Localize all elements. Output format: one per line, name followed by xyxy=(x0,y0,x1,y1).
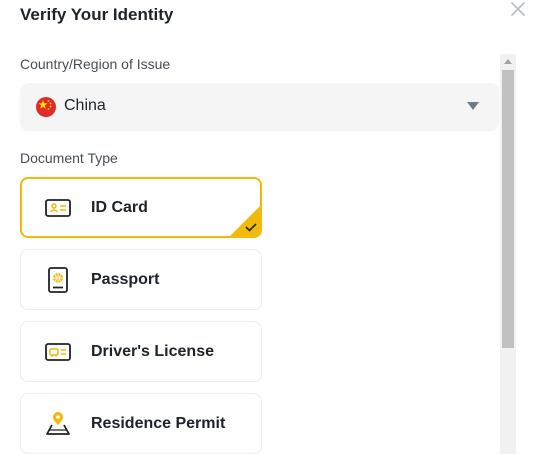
document-option-residence-permit[interactable]: Residence Permit xyxy=(20,393,262,454)
residence-permit-icon xyxy=(46,412,70,435)
country-value: China xyxy=(64,97,106,114)
drivers-license-icon xyxy=(45,343,71,361)
passport-icon xyxy=(48,267,68,293)
id-card-icon xyxy=(45,199,71,217)
document-option-drivers-license[interactable]: Driver's License xyxy=(20,321,262,382)
document-option-label: Residence Permit xyxy=(91,415,226,432)
checkmark-icon xyxy=(230,206,260,236)
document-option-label: Passport xyxy=(91,271,160,288)
country-select[interactable]: China xyxy=(20,83,499,131)
document-option-label: ID Card xyxy=(91,199,148,216)
china-flag-icon xyxy=(36,97,56,117)
dialog-title: Verify Your Identity xyxy=(20,5,174,24)
document-option-passport[interactable]: Passport xyxy=(20,249,262,310)
close-button[interactable] xyxy=(509,0,527,18)
scrollbar-thumb[interactable] xyxy=(502,70,514,348)
document-type-label: Document Type xyxy=(20,150,118,166)
caret-down-icon xyxy=(467,102,479,110)
document-option-label: Driver's License xyxy=(91,343,214,360)
scroll-up-arrow-icon[interactable] xyxy=(504,59,512,64)
document-option-id-card[interactable]: ID Card xyxy=(20,177,262,238)
close-icon xyxy=(511,2,525,16)
country-label: Country/Region of Issue xyxy=(20,56,171,72)
